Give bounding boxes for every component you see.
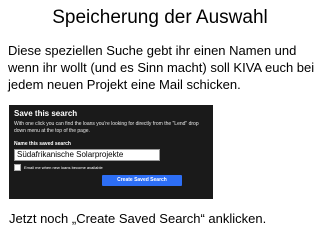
slide-footer-text: Jetzt noch „Create Saved Search“ anklick…: [9, 211, 267, 226]
create-saved-search-button[interactable]: Create Saved Search: [102, 175, 182, 186]
dialog-description: With one click you can find the loans yo…: [14, 121, 199, 134]
search-name-label: Name this saved search: [14, 141, 71, 147]
slide-title: Speicherung der Auswahl: [52, 7, 268, 28]
dialog-heading: Save this search: [14, 109, 78, 118]
slide-body-text: Diese speziellen Suche gebt ihr einen Na…: [8, 43, 315, 92]
email-notification-checkbox[interactable]: [14, 164, 21, 171]
email-notification-row[interactable]: Email me when new loans become available: [14, 164, 208, 171]
saved-search-dialog-screenshot: Save this search With one click you can …: [9, 105, 213, 199]
search-name-input[interactable]: Südafrikanische Solarprojekte: [14, 149, 160, 161]
email-notification-label: Email me when new loans become available: [24, 164, 103, 170]
